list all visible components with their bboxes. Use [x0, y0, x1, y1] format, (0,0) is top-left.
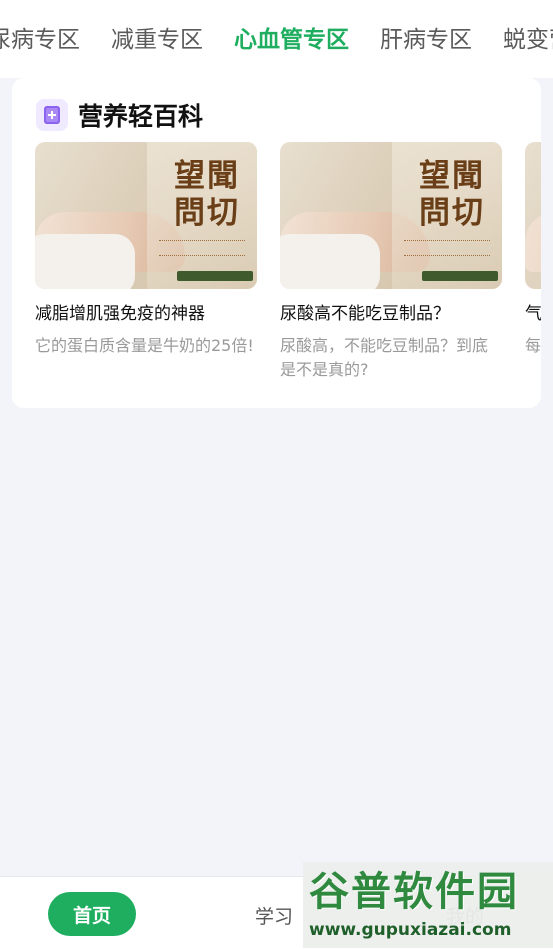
category-tab-bar: 尿病专区 减重专区 心血管专区 肝病专区 蜕变营 — [0, 0, 553, 78]
thumbnail-banner-strip — [177, 271, 253, 281]
calligraphy-char: 切 — [207, 195, 240, 231]
tab-liver[interactable]: 肝病专区 — [380, 24, 472, 56]
nutrition-encyclopedia-panel: 营养轻百科 望聞 問切 减脂增肌强免疫的神器 它的蛋白质含量是牛奶的25倍! 望… — [12, 78, 541, 408]
nav-home-button[interactable]: 首页 — [48, 892, 136, 936]
article-title: 气 — [525, 304, 541, 324]
calligraphy-char: 問 — [419, 195, 452, 231]
calligraphy-char: 望 — [419, 158, 452, 194]
category-tab-row: 尿病专区 减重专区 心血管专区 肝病专区 蜕变营 — [0, 24, 553, 56]
tab-cardiovascular[interactable]: 心血管专区 — [234, 24, 349, 56]
tab-transformation-camp[interactable]: 蜕变营 — [503, 24, 553, 56]
thumbnail-calligraphy: 望聞 問切 — [169, 158, 245, 232]
tab-diabetes[interactable]: 尿病专区 — [0, 24, 80, 56]
thumbnail-fine-print — [159, 240, 245, 256]
article-description: 每气 — [525, 336, 541, 355]
article-thumbnail — [525, 142, 541, 289]
thumbnail-calligraphy: 望聞 問切 — [414, 158, 490, 232]
calligraphy-char: 聞 — [207, 158, 240, 194]
thumbnail-fine-print — [404, 240, 490, 256]
article-description: 尿酸高，不能吃豆制品？到底是不是真的? — [280, 336, 489, 379]
calligraphy-char: 切 — [452, 195, 485, 231]
hand-illustration — [525, 212, 541, 272]
site-watermark: 谷普软件园 www.gupuxiazai.com — [303, 862, 553, 948]
watermark-logo-text: 谷普软件园 — [309, 869, 519, 915]
nav-learn-button[interactable]: 学习 — [255, 902, 293, 929]
article-thumbnail: 望聞 問切 — [35, 142, 257, 289]
article-card-list: 望聞 問切 减脂增肌强免疫的神器 它的蛋白质含量是牛奶的25倍! 望聞 問切 尿… — [35, 142, 541, 382]
calligraphy-char: 望 — [174, 158, 207, 194]
section-header: 营养轻百科 — [36, 98, 203, 132]
sleeve-illustration — [280, 234, 380, 289]
article-card[interactable]: 气 每气 — [525, 142, 541, 382]
article-title: 减脂增肌强免疫的神器 — [35, 304, 205, 324]
tab-weight-loss[interactable]: 减重专区 — [111, 24, 203, 56]
article-card[interactable]: 望聞 問切 尿酸高不能吃豆制品？ 尿酸高，不能吃豆制品？到底是不是真的? — [280, 142, 502, 382]
calligraphy-char: 聞 — [452, 158, 485, 194]
sleeve-illustration — [35, 234, 135, 289]
article-thumbnail: 望聞 問切 — [280, 142, 502, 289]
section-title: 营养轻百科 — [78, 102, 204, 131]
thumbnail-banner-strip — [422, 271, 498, 281]
article-card[interactable]: 望聞 問切 减脂增肌强免疫的神器 它的蛋白质含量是牛奶的25倍! — [35, 142, 257, 382]
article-description: 它的蛋白质含量是牛奶的25倍! — [35, 336, 254, 355]
book-plus-icon — [36, 99, 68, 131]
watermark-url: www.gupuxiazai.com — [309, 920, 512, 940]
article-title: 尿酸高不能吃豆制品？ — [280, 304, 450, 324]
calligraphy-char: 問 — [174, 195, 207, 231]
